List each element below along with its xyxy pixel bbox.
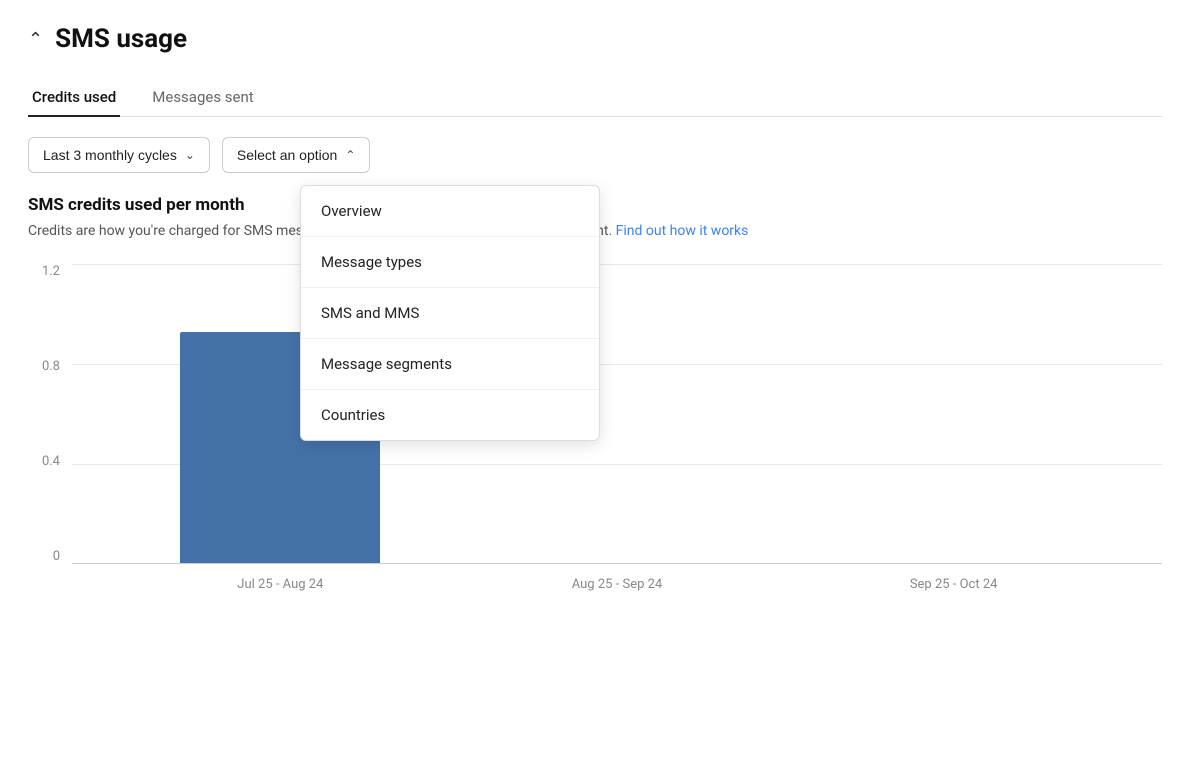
dropdown-item-sms-mms[interactable]: SMS and MMS — [301, 288, 599, 339]
find-out-link[interactable]: Find out how it works — [616, 223, 749, 239]
dropdown-item-message-segments[interactable]: Message segments — [301, 339, 599, 390]
x-label-aug-sep: Aug 25 - Sep 24 — [507, 577, 727, 592]
sms-usage-header: ⌃ SMS usage — [28, 24, 1162, 54]
y-label-0.4: 0.4 — [42, 454, 60, 469]
y-label-1.2: 1.2 — [42, 264, 60, 279]
y-axis-labels: 1.2 0.8 0.4 0 — [28, 264, 68, 564]
tabs-bar: Credits used Messages sent — [28, 78, 1162, 117]
dropdown-item-overview[interactable]: Overview — [301, 186, 599, 237]
period-select[interactable]: Last 3 monthly cycles ⌄ — [28, 137, 210, 173]
dropdown-item-message-types[interactable]: Message types — [301, 237, 599, 288]
y-label-0: 0 — [53, 549, 60, 564]
filters-row: Last 3 monthly cycles ⌄ Select an option… — [28, 137, 1162, 173]
x-label-jul-aug: Jul 25 - Aug 24 — [170, 577, 390, 592]
tab-credits-used[interactable]: Credits used — [28, 78, 120, 116]
option-chevron-icon: ⌃ — [345, 148, 355, 162]
bars-container — [72, 264, 1162, 564]
option-select[interactable]: Select an option ⌃ — [222, 137, 370, 173]
tab-messages-sent[interactable]: Messages sent — [148, 78, 257, 116]
y-label-0.8: 0.8 — [42, 359, 60, 374]
x-axis-labels: Jul 25 - Aug 24 Aug 25 - Sep 24 Sep 25 -… — [72, 564, 1162, 604]
x-label-sep-oct: Sep 25 - Oct 24 — [844, 577, 1064, 592]
page-title: SMS usage — [55, 24, 187, 54]
dropdown-item-countries[interactable]: Countries — [301, 390, 599, 440]
collapse-icon[interactable]: ⌃ — [28, 29, 43, 50]
period-select-label: Last 3 monthly cycles — [43, 147, 177, 163]
period-chevron-icon: ⌄ — [185, 148, 195, 162]
option-dropdown: Overview Message types SMS and MMS Messa… — [300, 185, 600, 441]
chart-inner — [72, 264, 1162, 564]
option-select-label: Select an option — [237, 147, 337, 163]
